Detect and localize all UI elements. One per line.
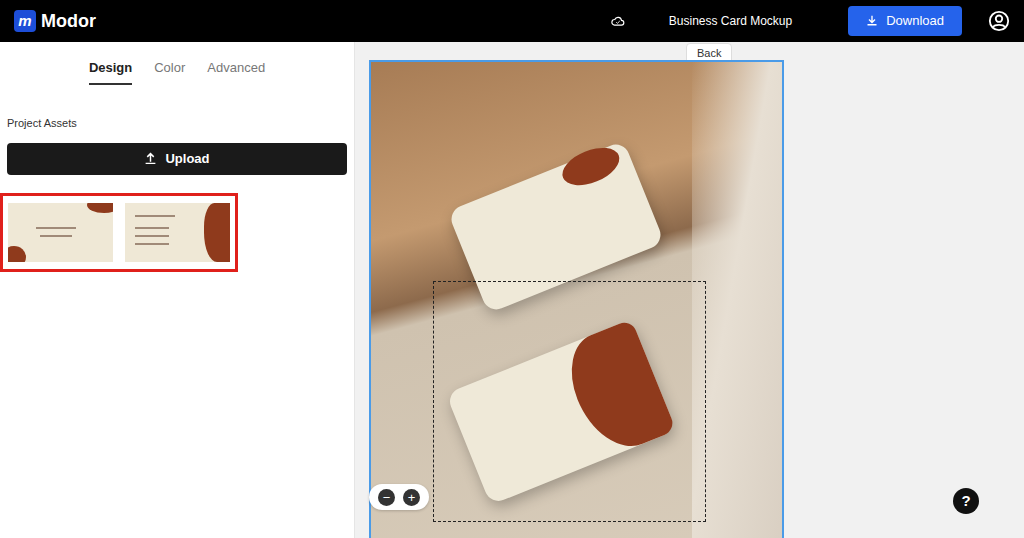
panel-tab[interactable]: Advanced [207, 56, 265, 85]
logo[interactable]: m Modor [14, 8, 96, 35]
assets-heading: Project Assets [7, 115, 354, 132]
side-panel: Design Color Advanced Project Assets Uploa… [0, 42, 355, 538]
zoom-out-button[interactable]: − [378, 489, 395, 506]
panel-tab[interactable]: Design [89, 56, 132, 85]
top-bar: m Modor Business Card Mockup Download [0, 0, 1024, 42]
project-title[interactable]: Business Card Mockup [669, 12, 792, 30]
panel-tabs: Design Color Advanced [0, 42, 354, 85]
mockup-preview[interactable]: − + [369, 60, 784, 538]
cloud-icon [611, 15, 625, 27]
selection-box[interactable] [433, 281, 706, 522]
download-icon [866, 15, 878, 27]
download-label: Download [886, 11, 944, 31]
download-button[interactable]: Download [848, 6, 962, 36]
card-front-preview [8, 203, 113, 262]
asset-thumbnail[interactable] [0, 193, 238, 272]
canvas-area: Back − + ? [355, 42, 1024, 538]
zoom-controls: − + [369, 484, 429, 510]
upload-icon [144, 152, 157, 165]
upload-button[interactable]: Upload [7, 143, 347, 175]
logo-mark: m [14, 10, 36, 32]
card-back-preview [125, 203, 230, 262]
zoom-in-button[interactable]: + [403, 489, 420, 506]
help-button[interactable]: ? [953, 488, 979, 514]
user-account-icon[interactable] [988, 10, 1010, 32]
upload-label: Upload [165, 149, 209, 169]
panel-tab[interactable]: Color [154, 56, 185, 85]
main-area: Design Color Advanced Project Assets Uploa… [0, 42, 1024, 538]
app-name: Modor [41, 8, 96, 35]
